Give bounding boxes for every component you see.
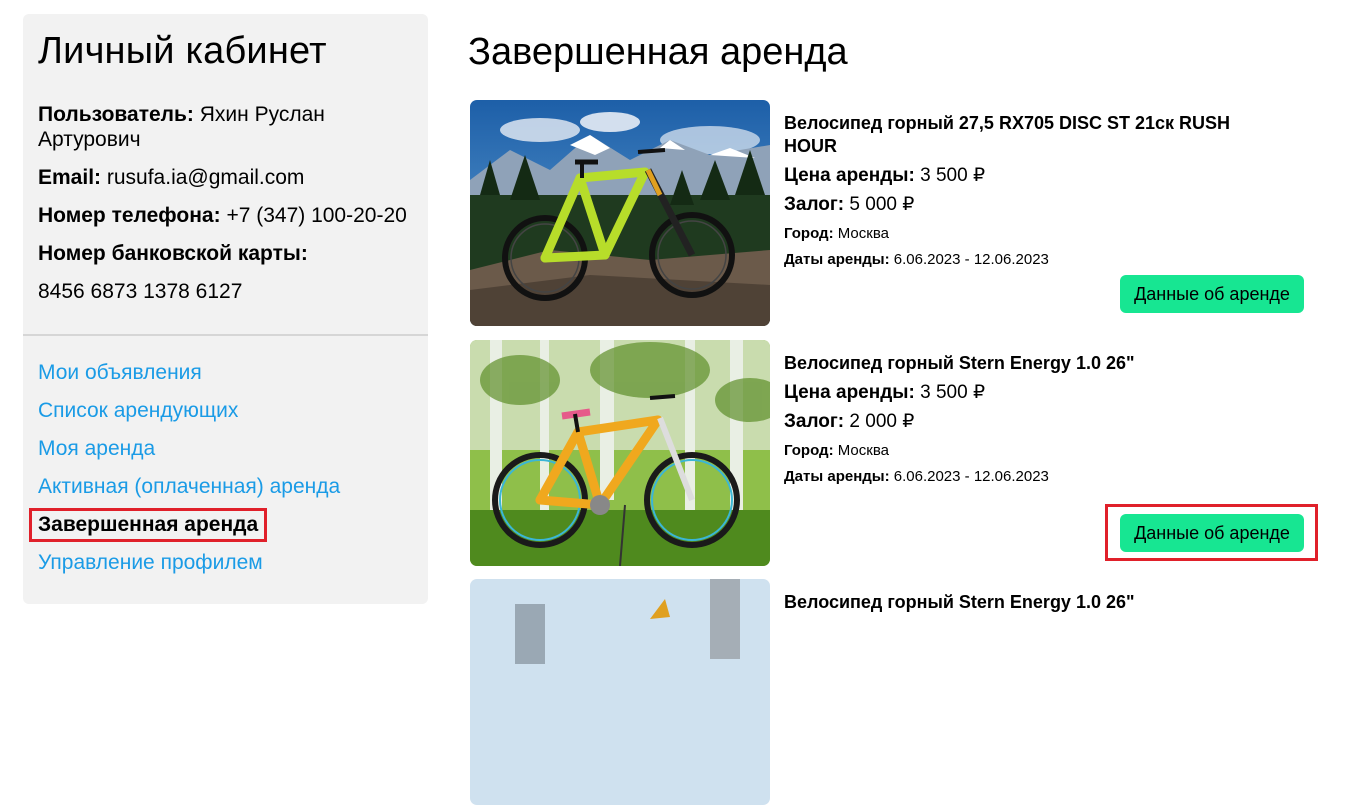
rental-title: Велосипед горный Stern Energy 1.0 26" bbox=[784, 592, 1135, 612]
bank-card-value: 8456 6873 1378 6127 bbox=[38, 280, 243, 303]
price-value: 3 500 ₽ bbox=[920, 165, 986, 186]
nav-completed-rental[interactable]: Завершенная аренда bbox=[28, 508, 340, 549]
deposit-label: Залог: bbox=[784, 194, 845, 215]
price-label: Цена аренды: bbox=[784, 165, 915, 186]
nav-profile-settings[interactable]: Управление профилем bbox=[38, 549, 340, 587]
nav-renters-list[interactable]: Список арендующих bbox=[38, 397, 340, 435]
orange-mountain-bike-photo[interactable] bbox=[470, 340, 770, 566]
city-label: Город: bbox=[784, 225, 834, 242]
highlight-box bbox=[1105, 504, 1318, 561]
bank-card-label: Номер банковской карты: bbox=[38, 242, 308, 265]
email-row: Email: rusufa.ia@gmail.com bbox=[38, 165, 418, 190]
rental-card: Велосипед горный Stern Energy 1.0 26" Це… bbox=[470, 340, 1320, 566]
email-label: Email: bbox=[38, 166, 102, 189]
rental-price: Цена аренды: 3 500 ₽ bbox=[784, 381, 985, 404]
sidebar-title: Личный кабинет bbox=[38, 30, 327, 72]
deposit-value: 5 000 ₽ bbox=[849, 194, 915, 215]
rental-title: Велосипед горный Stern Energy 1.0 26" bbox=[784, 353, 1135, 373]
sidebar-nav: Мои объявления Список арендующих Моя аре… bbox=[28, 359, 340, 587]
price-label: Цена аренды: bbox=[784, 382, 915, 403]
rental-price: Цена аренды: 3 500 ₽ bbox=[784, 164, 985, 187]
rental-city: Город: Москва bbox=[784, 442, 889, 459]
rental-card: Велосипед горный Stern Energy 1.0 26" bbox=[470, 579, 1320, 805]
dates-value: 6.06.2023 - 12.06.2023 bbox=[893, 468, 1049, 485]
email-value: rusufa.ia@gmail.com bbox=[106, 166, 305, 189]
bike-photo-partial[interactable] bbox=[470, 579, 770, 805]
green-mountain-bike-photo[interactable] bbox=[470, 100, 770, 326]
price-value: 3 500 ₽ bbox=[920, 382, 986, 403]
rental-dates: Даты аренды: 6.06.2023 - 12.06.2023 bbox=[784, 468, 1049, 485]
profile-sidebar: Личный кабинет Пользователь: Яхин Руслан… bbox=[23, 14, 428, 604]
nav-active-rental[interactable]: Активная (оплаченная) аренда bbox=[38, 473, 340, 511]
deposit-label: Залог: bbox=[784, 411, 845, 432]
sidebar-divider bbox=[23, 334, 428, 336]
rental-card: Велосипед горный 27,5 RX705 DISC ST 21ск… bbox=[470, 100, 1320, 326]
deposit-value: 2 000 ₽ bbox=[849, 411, 915, 432]
dates-label: Даты аренды: bbox=[784, 251, 890, 268]
city-value: Москва bbox=[837, 225, 889, 242]
user-info: Пользователь: Яхин Руслан Артурович Emai… bbox=[38, 102, 418, 317]
phone-row: Номер телефона: +7 (347) 100-20-20 bbox=[38, 203, 418, 228]
rental-details-button[interactable]: Данные об аренде bbox=[1120, 275, 1304, 313]
phone-value: +7 (347) 100-20-20 bbox=[226, 204, 407, 227]
dates-value: 6.06.2023 - 12.06.2023 bbox=[893, 251, 1049, 268]
rental-title: Велосипед горный 27,5 RX705 DISC ST 21ск… bbox=[784, 113, 1231, 156]
city-value: Москва bbox=[837, 442, 889, 459]
rental-deposit: Залог: 2 000 ₽ bbox=[784, 410, 914, 433]
rental-city: Город: Москва bbox=[784, 225, 889, 242]
bank-card-row: Номер банковской карты: bbox=[38, 241, 418, 266]
rental-deposit: Залог: 5 000 ₽ bbox=[784, 193, 914, 216]
user-name-label: Пользователь: bbox=[38, 103, 194, 126]
dates-label: Даты аренды: bbox=[784, 468, 890, 485]
city-label: Город: bbox=[784, 442, 834, 459]
nav-my-listings[interactable]: Мои объявления bbox=[38, 359, 340, 397]
user-name-row: Пользователь: Яхин Руслан Артурович bbox=[38, 102, 418, 152]
rental-dates: Даты аренды: 6.06.2023 - 12.06.2023 bbox=[784, 251, 1049, 268]
nav-my-rental[interactable]: Моя аренда bbox=[38, 435, 340, 473]
phone-label: Номер телефона: bbox=[38, 204, 221, 227]
page-title: Завершенная аренда bbox=[468, 31, 848, 73]
